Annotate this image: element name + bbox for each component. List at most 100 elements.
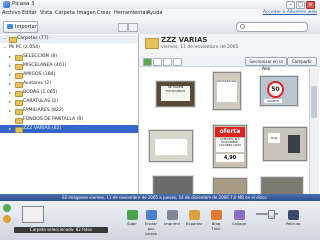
expand-icon[interactable]: ▸ [9,107,11,115]
sync-web-button[interactable]: Sincronizar en la Web [245,57,287,71]
tree-item-zzz-varias[interactable]: ▸ ZZZ VARIAS (82) [0,125,138,133]
folder-title[interactable]: ZZZ VARIAS [161,36,207,44]
offer-sign-title: oferta [215,127,245,137]
expand-icon[interactable]: ▸ [9,89,11,97]
tray-thumbnail[interactable] [22,206,44,223]
edit-folder-icon[interactable] [153,58,162,66]
tree-item-label: AMIGOS (184) [23,72,56,77]
import-label: Importar [15,24,37,30]
expand-icon[interactable]: ▸ [9,80,11,88]
movie-icon [287,210,299,220]
folder-icon [15,73,23,79]
photo-thumbnail[interactable]: INOSTRICIAS [213,72,241,110]
menu-ayuda[interactable]: Ayuda [147,10,162,16]
email-button[interactable]: Enviar por correo [143,210,159,236]
clear-tray-icon[interactable] [3,215,11,223]
tree-item-avatares[interactable]: ▸ Avatares (2) [0,80,138,88]
blog-label: Blog This! [211,221,221,231]
tree-item-caratulas[interactable]: ▸ CARÁTULAS (2) [0,98,138,106]
photo-sign-text: INOSTRICIAS [217,79,237,102]
tree-item-label: Carpetas (77) [17,36,49,41]
tree-item-label: ZZZ VARIAS (82) [23,126,62,131]
expand-icon[interactable]: ▸ [9,98,11,106]
upload-label: Subir [127,221,137,226]
tree-item-miscelanea[interactable]: ▸ MISCELANEA (401) [0,62,138,70]
tree-header[interactable]: − Carpetas (77) [0,35,138,43]
print-button[interactable]: Imprimir [164,210,180,234]
photo-thumbnail[interactable]: Hola [263,127,307,161]
tree-item-familiares[interactable]: ▸ FAMILIARES (822) [0,107,138,115]
menu-imagen[interactable]: Imagen [77,10,96,16]
view-tree-icon[interactable] [128,23,138,32]
photo-sign-text [155,139,187,155]
menu-carpeta[interactable]: Carpeta [55,10,75,16]
expand-icon[interactable]: ▸ [9,62,11,70]
photo-thumbnail[interactable] [149,130,193,162]
minimize-button[interactable]: – [286,1,295,9]
tree-item-seleccion[interactable]: ▸ SELECCIÓN (8) [0,53,138,61]
photo-thumbnail[interactable]: SE HACEN FOTOCOPIAS [156,81,195,107]
offer-sign-price: 4,90 [216,154,244,162]
speed-limit-sign: 50 [267,81,284,98]
upload-button[interactable]: Subir [124,210,140,234]
movie-button[interactable]: Película [285,210,301,234]
scrollbar-thumb[interactable] [311,86,317,118]
menu-crear[interactable]: Crear [97,10,111,16]
sign-in-link[interactable]: Acceder a Álbumes web [263,10,317,15]
photo-thumbnail[interactable] [213,178,247,195]
delete-folder-icon[interactable] [173,58,182,66]
tree-item-label: BODAS (1.065) [23,90,58,95]
play-slideshow-button[interactable] [143,58,152,66]
photo-shelf [288,135,300,153]
collage-button[interactable]: Collage [231,210,247,234]
expand-icon[interactable]: ▸ [9,71,11,79]
folder-icon [15,82,23,88]
menu-herramientas[interactable]: Herramientas [114,10,148,16]
email-icon [145,210,157,220]
collapse-icon[interactable]: − [3,35,6,43]
folder-actions-bar: Sincronizar en la Web Compartir [139,56,320,71]
vertical-scrollbar[interactable] [309,68,319,194]
menu-archivo[interactable]: Archivo [2,10,21,16]
folder-date[interactable]: viernes, 11 de noviembre de 2005 [161,45,238,50]
photo-note-text: Hola [268,133,280,143]
maximize-button[interactable]: □ [296,1,305,9]
share-button[interactable]: Compartir [287,57,317,66]
photo-thumbnail[interactable]: oferta CAMISETA M/C DISPONIBLE: COLORES … [213,125,247,168]
folder-icon [145,38,159,49]
folder-icon [15,100,23,106]
folder-icon [15,91,23,97]
view-list-icon[interactable] [118,23,128,32]
menu-vista[interactable]: Vista [40,10,52,16]
blog-icon [210,210,222,220]
export-button[interactable]: Exportar [186,210,202,234]
photo-browser-panel: ZZZ VARIAS viernes, 11 de noviembre de 2… [139,34,320,195]
menu-editar[interactable]: Editar [22,10,37,16]
blog-button[interactable]: Blog This! [208,210,224,234]
import-button[interactable]: Importar [3,21,38,33]
close-button[interactable]: ✕ [306,1,315,9]
photo-thumbnail[interactable]: 50 AVANTE [260,76,298,106]
tree-item-mipc[interactable]: − Mi PC (2.054) [0,44,138,52]
expand-icon[interactable]: ▸ [9,125,11,133]
picasa-app-icon [3,1,10,8]
folder-tree-panel: − Carpetas (77) − Mi PC (2.054) ▸ SELECC… [0,34,139,194]
expand-icon[interactable]: ▸ [9,53,11,61]
toolbar: Importar [0,17,320,35]
photo-thumbnail[interactable] [261,177,303,195]
movie-label: Película [285,221,301,226]
email-label: Enviar por correo [144,221,158,236]
photo-thumbnail[interactable] [153,176,193,195]
tree-item-amigos[interactable]: ▸ AMIGOS (184) [0,71,138,79]
tree-item-label: Mi PC (2.054) [9,45,40,50]
zoom-slider-knob[interactable] [268,210,275,219]
locate-folder-icon[interactable] [163,58,172,66]
folder-icon [15,127,23,133]
tree-item-fondos[interactable]: FONDOS DE PANTALLA (9) [0,116,138,124]
folder-icon [9,37,17,43]
hold-icon[interactable] [3,204,11,212]
search-input[interactable] [236,22,308,32]
folder-icon [15,118,23,124]
expand-icon[interactable]: − [3,44,6,52]
tree-item-bodas[interactable]: ▸ BODAS (1.065) [0,89,138,97]
